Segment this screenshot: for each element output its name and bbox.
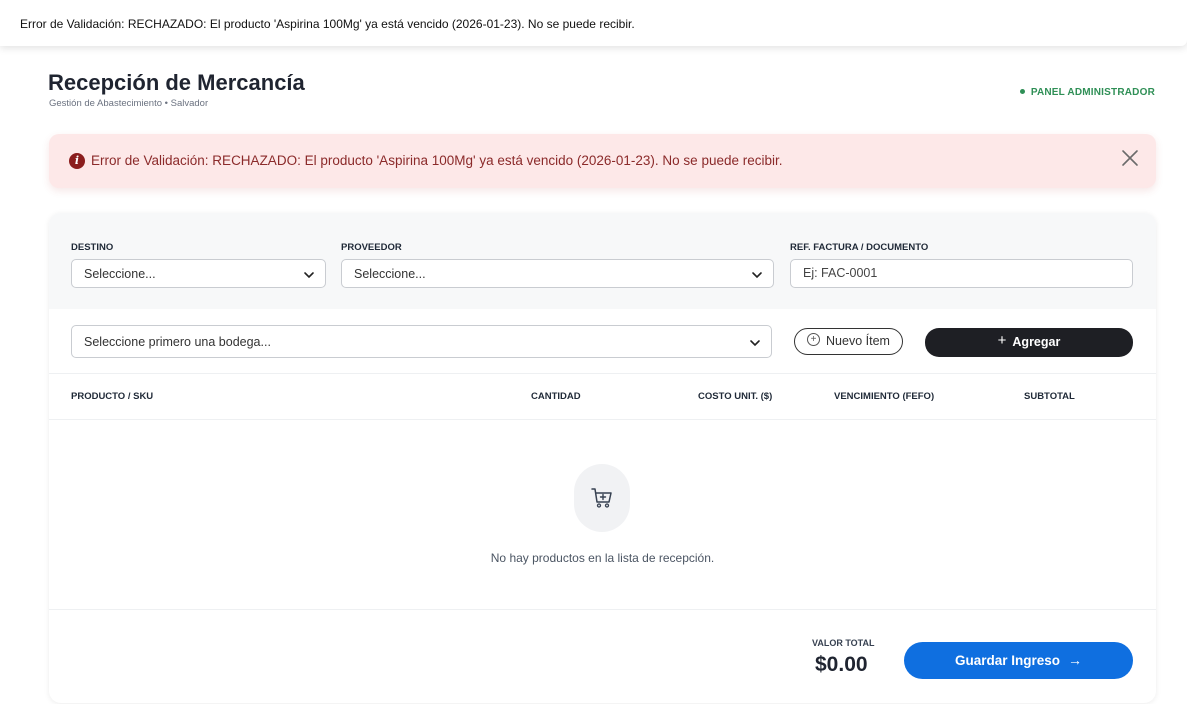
- table-header: PRODUCTO / SKU CANTIDAD COSTO UNIT. ($) …: [49, 374, 1156, 420]
- close-alert-button[interactable]: [1118, 146, 1142, 170]
- error-alert: i Error de Validación: RECHAZADO: El pro…: [49, 134, 1156, 188]
- panel-badge: PANEL ADMINISTRADOR: [1019, 87, 1155, 98]
- empty-state-message: No hay productos en la lista de recepció…: [490, 551, 715, 565]
- reception-card: DESTINO Seleccione... PROVEEDOR Seleccio…: [49, 213, 1156, 703]
- proveedor-select[interactable]: Seleccione...: [341, 259, 774, 288]
- info-icon: i: [69, 153, 85, 169]
- chevron-down-icon: [750, 340, 760, 347]
- column-header-unit-cost: COSTO UNIT. ($): [698, 391, 773, 402]
- column-header-quantity: CANTIDAD: [531, 391, 581, 402]
- close-icon: [1122, 150, 1138, 166]
- column-header-expiration: VENCIMIENTO (FEFO): [834, 391, 935, 402]
- empty-state-icon-wrapper: [574, 464, 630, 532]
- ref-field[interactable]: [790, 259, 1133, 288]
- panel-badge-label: PANEL ADMINISTRADOR: [1030, 87, 1155, 98]
- plus-circle-icon: +: [807, 333, 821, 347]
- page-subtitle: Gestión de Abastecimiento • Salvador: [49, 98, 209, 109]
- destino-select-value: Seleccione...: [84, 267, 156, 281]
- add-product-row: Seleccione primero una bodega... + Nuevo …: [49, 309, 1156, 374]
- error-toast: Error de Validación: RECHAZADO: El produ…: [0, 0, 1187, 46]
- cart-icon: [591, 488, 612, 508]
- filters-section: DESTINO Seleccione... PROVEEDOR Seleccio…: [49, 213, 1156, 309]
- destino-select[interactable]: Seleccione...: [71, 259, 326, 288]
- save-button[interactable]: Guardar Ingreso →: [904, 642, 1133, 679]
- arrow-right-icon: →: [1068, 652, 1083, 668]
- destino-label: DESTINO: [71, 242, 114, 253]
- column-header-product: PRODUCTO / SKU: [71, 391, 154, 402]
- save-label: Guardar Ingreso: [954, 653, 1061, 668]
- card-footer: VALOR TOTAL $0.00 Guardar Ingreso →: [49, 609, 1156, 703]
- proveedor-label: PROVEEDOR: [341, 242, 402, 253]
- product-select-value: Seleccione primero una bodega...: [84, 335, 271, 349]
- status-dot-icon: [1019, 88, 1025, 94]
- new-item-button[interactable]: + Nuevo Ítem: [794, 328, 903, 355]
- ref-input[interactable]: [803, 266, 1123, 280]
- toast-message: Error de Validación: RECHAZADO: El produ…: [20, 17, 635, 31]
- product-select[interactable]: Seleccione primero una bodega...: [71, 325, 772, 358]
- total-label: VALOR TOTAL: [812, 638, 875, 648]
- proveedor-select-value: Seleccione...: [354, 267, 426, 281]
- chevron-down-icon: [304, 272, 314, 279]
- add-button[interactable]: + Agregar: [925, 328, 1133, 357]
- column-header-subtotal: SUBTOTAL: [1024, 391, 1075, 402]
- chevron-down-icon: [752, 272, 762, 279]
- alert-message: Error de Validación: RECHAZADO: El produ…: [91, 153, 783, 168]
- new-item-label: Nuevo Ítem: [826, 334, 890, 348]
- page-title: Recepción de Mercancía: [48, 70, 305, 95]
- total-value: $0.00: [815, 653, 868, 676]
- ref-label: REF. FACTURA / DOCUMENTO: [790, 242, 929, 253]
- plus-icon: +: [997, 332, 1007, 350]
- add-label: Agregar: [1012, 335, 1061, 349]
